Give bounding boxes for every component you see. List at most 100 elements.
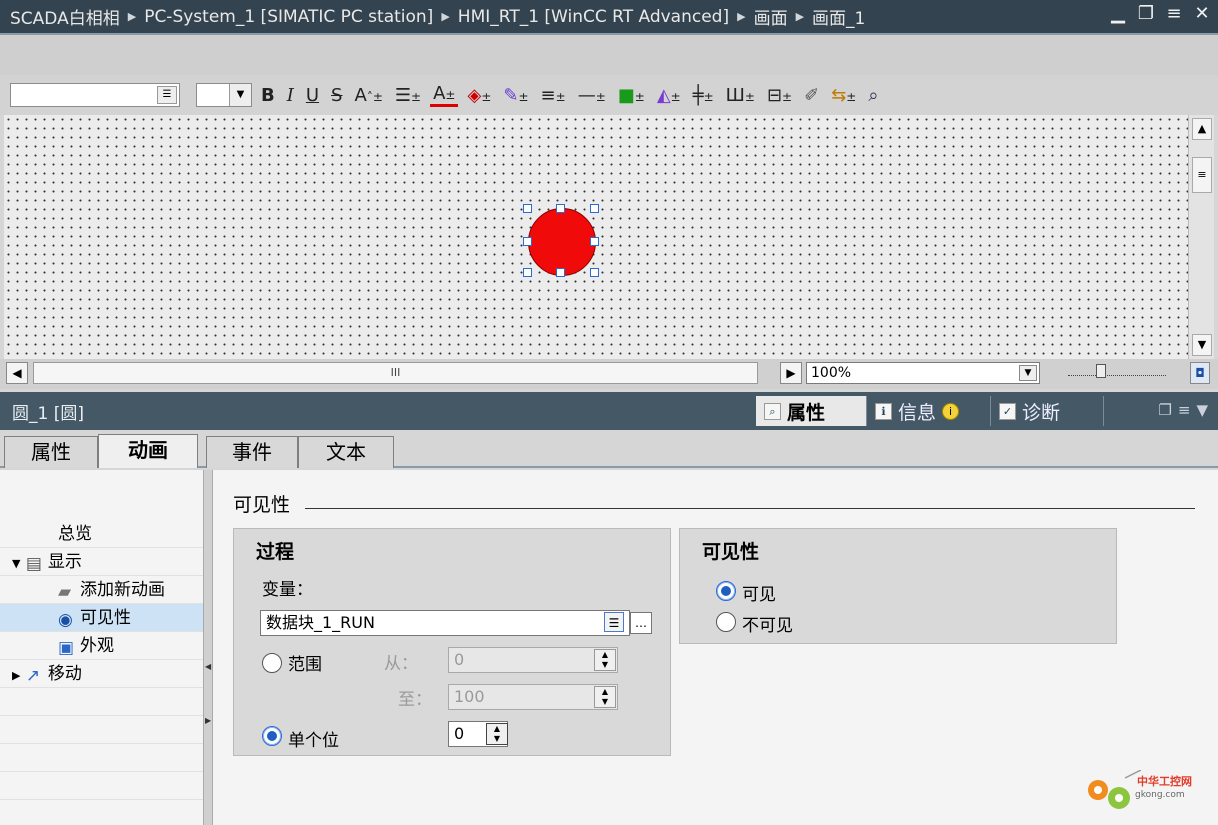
visible-radio[interactable] [716,581,736,601]
resize-handle[interactable] [523,204,532,213]
resize-handle[interactable] [590,204,599,213]
nav-item-label: 可见性 [80,608,131,628]
format-painter-icon[interactable]: ✐ [801,85,822,106]
rotate-icon[interactable]: ◭± [654,85,684,106]
breadcrumb-hmi[interactable]: HMI_RT_1 [WinCC RT Advanced] [458,7,729,27]
nav-item-visibility[interactable]: ◉ 可见性 [0,604,203,632]
breadcrumb-project[interactable]: SCADA白相相 [0,4,120,29]
scroll-right-icon[interactable]: ▶ [780,362,802,384]
font-size-field[interactable]: ▼ [196,83,252,107]
to-label: 至： [398,690,432,710]
scroll-left-icon[interactable]: ◀ [6,362,28,384]
zoom-slider-knob[interactable] [1096,364,1106,378]
range-radio[interactable] [262,653,282,673]
same-size-icon[interactable]: ⊟± [764,85,795,106]
breadcrumb-station[interactable]: PC-System_1 [SIMATIC PC station] [144,7,433,27]
from-field[interactable]: 0 [448,647,618,673]
single-bit-radio[interactable] [262,726,282,746]
resize-handle[interactable] [556,204,565,213]
chevron-down-icon[interactable]: ▼ [12,557,20,570]
line-width-icon[interactable]: ≡± [538,85,569,106]
info-badge-icon: i [942,402,960,420]
tab-diagnostics-label: 诊断 [1022,401,1061,424]
chevron-right-icon[interactable]: ▶ [12,669,20,682]
expand-right-icon[interactable]: ▶ [205,716,211,725]
chevron-down-icon[interactable]: ▼ [229,84,251,106]
chevron-down-icon[interactable]: ▼ [1196,401,1208,419]
resize-handle[interactable] [523,237,532,246]
screen-canvas[interactable] [4,115,1188,359]
resize-handle[interactable] [556,268,565,277]
nav-item-display[interactable]: ▼ ▤ 显示 [0,548,203,576]
chevron-down-icon[interactable]: ▼ [1019,365,1037,381]
line-style-icon[interactable]: —± [575,85,609,106]
text-color-button[interactable]: A± [430,83,459,107]
nav-empty-row [0,688,203,716]
close-icon[interactable]: ✕ [1192,3,1212,24]
collapse-left-icon[interactable]: ◀ [205,662,211,671]
single-bit-spinner[interactable]: ▲ ▼ [486,723,508,745]
tab-diagnostics[interactable]: ✓ 诊断 [990,396,1104,426]
nav-splitter[interactable]: ◀ ▶ [203,470,213,825]
nav-item-add-animation[interactable]: ▰ 添加新动画 [0,576,203,604]
canvas-status-bar: ◀ III ▶ 100% ▼ ◘ [0,359,1218,389]
nav-item-label: 移动 [47,664,82,684]
zoom-slider[interactable] [1068,364,1166,378]
vertical-scrollbar[interactable]: ▲ ≡ ▼ [1188,115,1214,359]
float-icon[interactable]: ❐ [1158,401,1171,419]
resize-handle[interactable] [523,268,532,277]
bring-front-icon[interactable]: ■± [615,85,648,106]
tab-attributes[interactable]: 属性 [4,436,98,468]
movement-icon: ↗ [25,666,41,686]
navigator-icon[interactable]: ◘ [1190,362,1210,384]
variable-field[interactable]: 数据块_1_RUN [260,610,630,636]
menu-icon[interactable]: ≡ [1178,401,1191,419]
nav-item-appearance[interactable]: ▣ 外观 [0,632,203,660]
invisible-radio[interactable] [716,612,736,632]
circle-shape[interactable] [528,208,596,276]
distribute-icon[interactable]: Ш± [723,85,758,106]
layers-icon[interactable]: ⇆± [828,85,859,106]
to-field[interactable]: 100 [448,684,618,710]
strikethrough-button[interactable]: S [328,85,345,106]
fill-color-icon[interactable]: ◈± [464,85,494,106]
bold-button[interactable]: B [258,85,278,106]
maximize-icon[interactable]: ≡ [1164,3,1184,24]
resize-handle[interactable] [590,268,599,277]
browse-button[interactable]: … [630,612,652,634]
breadcrumb-screen1[interactable]: 画面_1 [812,4,865,29]
text-color-label: A [433,83,446,104]
align-icon[interactable]: ☰± [392,85,424,106]
underline-button[interactable]: U [303,85,322,106]
nav-item-overview[interactable]: 总览 [0,520,203,548]
process-group-title: 过程 [256,541,295,563]
tab-info[interactable]: ℹ 信息 i [866,396,986,426]
tab-events[interactable]: 事件 [206,436,298,468]
invisible-label: 不可见 [742,616,793,636]
italic-button[interactable]: I [284,85,297,106]
align-center-icon[interactable]: ╪± [690,85,717,106]
line-color-icon[interactable]: ✎± [500,85,531,106]
scroll-up-icon[interactable]: ▲ [1192,118,1212,140]
zoom-select[interactable]: 100% ▼ [806,362,1040,384]
font-grow-button[interactable]: A˄± [351,85,385,106]
tab-properties[interactable]: ⌕ 属性 [756,396,866,426]
tab-animation[interactable]: 动画 [98,434,198,468]
list-icon[interactable]: ☰ [157,86,177,104]
horizontal-scroll-thumb[interactable]: III [33,362,758,384]
breadcrumb-screens[interactable]: 画面 [754,4,788,29]
minimize-icon[interactable]: ▁ [1108,3,1128,24]
zoom-select-icon[interactable]: ⌕ [865,85,881,106]
font-name-field[interactable]: ☰ [10,83,180,107]
restore-icon[interactable]: ❐ [1136,3,1156,24]
from-spinner[interactable]: ▲ ▼ [594,649,616,671]
resize-handle[interactable] [590,237,599,246]
scroll-thumb[interactable]: ≡ [1192,157,1212,193]
scroll-down-icon[interactable]: ▼ [1192,334,1212,356]
nav-item-movement[interactable]: ▶ ↗ 移动 [0,660,203,688]
to-spinner[interactable]: ▲ ▼ [594,686,616,708]
variable-list-button[interactable]: ☰ [604,612,624,632]
inspector-tabs: 属性 动画 事件 文本 [0,430,1218,468]
tab-texts[interactable]: 文本 [298,436,394,468]
process-group: 过程 变量： 数据块_1_RUN ☰ … 范围 从： 0 ▲ ▼ 至： 100 ▲… [233,528,671,756]
